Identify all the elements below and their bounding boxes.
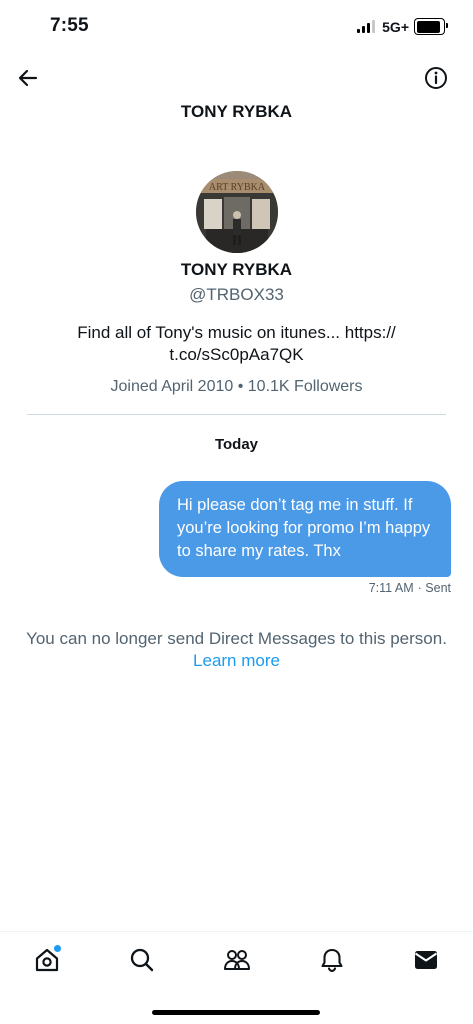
message-time: 7:11 AM	[368, 581, 414, 595]
communities-icon	[224, 950, 250, 970]
avatar[interactable]: ART RYBKA	[196, 171, 278, 253]
tab-home[interactable]	[29, 942, 65, 978]
tab-communities[interactable]	[219, 942, 255, 978]
avatar-image: ART RYBKA	[196, 171, 278, 253]
learn-more-link[interactable]: Learn more	[0, 651, 473, 671]
profile-meta: Joined April 2010 • 10.1K Followers	[0, 378, 473, 396]
search-icon	[130, 948, 154, 972]
message-status: · Sent	[417, 581, 451, 595]
arrow-left-icon	[18, 69, 38, 87]
mail-icon	[414, 951, 438, 969]
joined-date: Joined April 2010	[110, 378, 234, 395]
home-indicator	[152, 1010, 320, 1015]
followers-count[interactable]: 10.1K Followers	[248, 378, 363, 395]
conversation-info-button[interactable]	[422, 64, 450, 92]
profile-handle: @TRBOX33	[189, 285, 284, 304]
battery-icon	[414, 18, 448, 35]
back-button[interactable]	[14, 64, 42, 92]
message-bubble[interactable]: Hi please don’t tag me in stuff. If you’…	[159, 481, 451, 577]
message-meta: 7:11 AM · Sent	[369, 581, 451, 595]
profile-bio: Find all of Tony's music on itunes... ht…	[60, 322, 413, 366]
bell-icon	[321, 948, 343, 972]
profile-name: TONY RYBKA	[180, 260, 293, 279]
divider	[27, 414, 446, 415]
profile-bio-line: Find all of Tony's music on itunes... ht…	[77, 323, 396, 342]
tab-search[interactable]	[124, 942, 160, 978]
page-title: TONY RYBKA	[180, 102, 293, 121]
info-icon	[425, 67, 447, 89]
tab-notifications[interactable]	[314, 942, 350, 978]
bottom-tab-bar	[0, 931, 473, 1024]
date-separator: Today	[214, 436, 259, 453]
status-time: 7:55	[50, 15, 89, 36]
signal-icon	[357, 20, 376, 33]
status-indicators: 5G+	[357, 18, 448, 35]
dm-restriction-notice: You can no longer send Direct Messages t…	[26, 629, 447, 648]
notification-dot	[53, 944, 62, 953]
network-label: 5G+	[382, 18, 409, 35]
avatar-sign-text: ART RYBKA	[209, 182, 266, 193]
meta-separator: •	[237, 378, 244, 395]
status-bar: 7:55 5G+	[0, 0, 473, 54]
tab-messages[interactable]	[408, 942, 444, 978]
top-navigation	[0, 58, 473, 98]
dm-conversation-screen: 7:55 5G+ TONY RYBKA ART RYBKA TONY RYBKA…	[0, 0, 473, 1024]
profile-bio-link[interactable]: t.co/sSc0pAa7QK	[60, 344, 413, 366]
